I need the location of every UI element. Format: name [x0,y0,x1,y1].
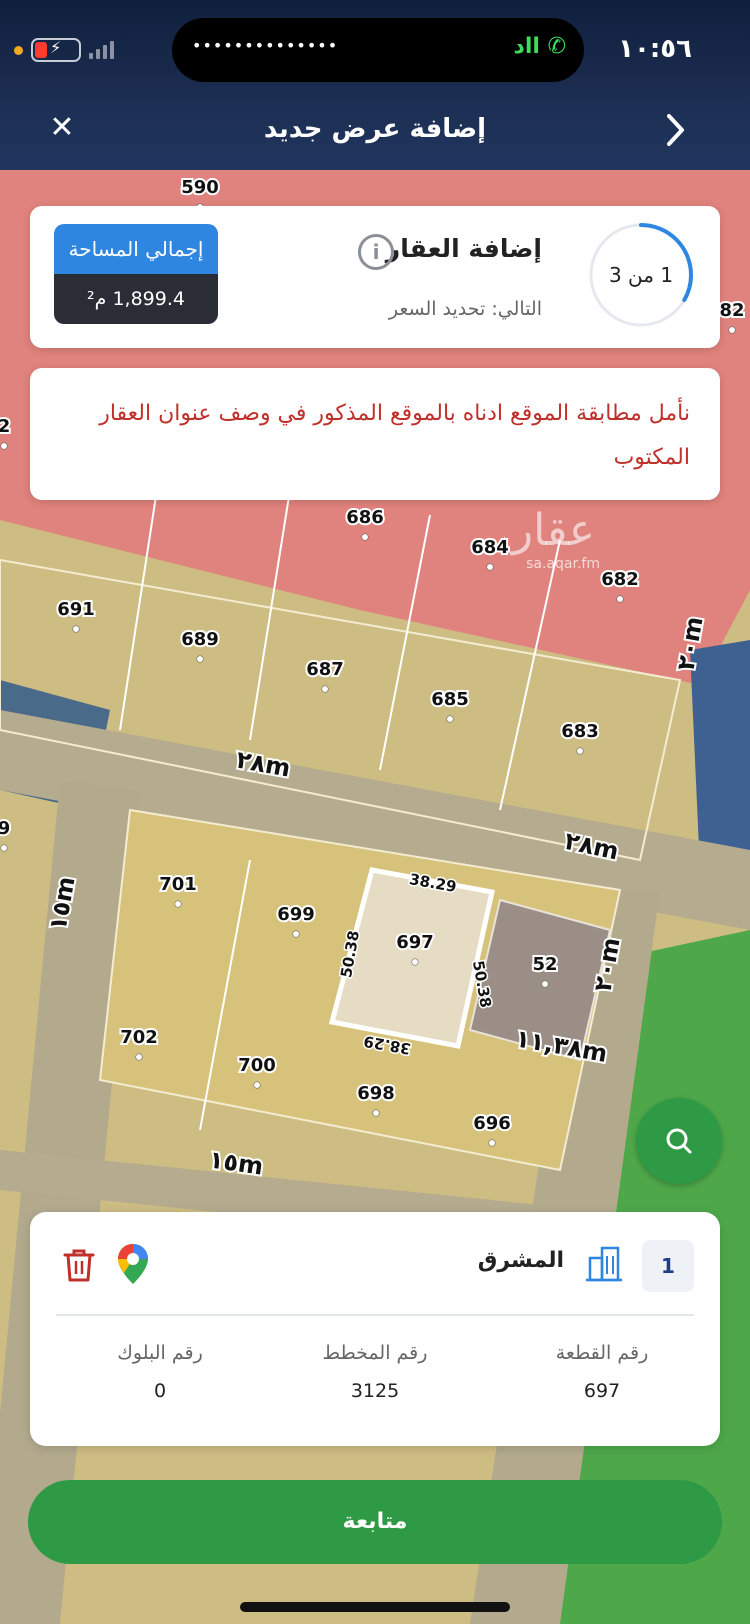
lot-centroid-marker [446,715,454,723]
lot-number-label: 691 [57,599,95,620]
google-maps-pin-icon[interactable] [116,1242,150,1286]
home-indicator [240,1602,510,1612]
lot-number-label: 701 [159,874,197,895]
lot-centroid-marker [321,685,329,693]
dynamic-island: •••••••••••••• ااد ✆ [172,18,584,82]
battery-icon: ⚡ [31,38,81,62]
app-header: ⚡ •••••••••••••• ااد ✆ ١٠:٥٦ ✕ إضافة عرض… [0,0,750,170]
step-counter: 1 من 3 [608,263,674,287]
page-title: إضافة عرض جديد [263,114,487,144]
lot-centroid-marker [72,625,80,633]
location-note-text: نأمل مطابقة الموقع ادناه بالموقع المذكور… [99,401,690,470]
continue-button[interactable]: متابعة [28,1480,722,1564]
lot-number-label: 682 [601,569,639,590]
lot-number-label: 684 [471,537,509,558]
plot-district: المشرق [477,1248,564,1273]
search-icon [666,1128,692,1154]
lot-centroid-marker [728,326,736,334]
lot-number-label: 52 [532,954,557,975]
lot-number-label: 590 [181,177,219,198]
plot-number-label: رقم القطعة [555,1342,649,1364]
chevron-right-icon [667,114,684,146]
block-number-field: رقم البلوك 0 [60,1342,260,1402]
lot-number-label: 687 [306,659,344,680]
scheme-number-label: رقم المخطط [322,1342,428,1364]
plot-number-value: 697 [583,1380,621,1402]
lot-number-label: 683 [561,721,599,742]
lot-number-label: 697 [396,932,434,953]
call-audio-waveform: •••••••••••••• [192,36,339,55]
lot-centroid-marker [488,1139,496,1147]
total-area-label: إجمالي المساحة [54,224,218,274]
lot-centroid-marker [0,844,8,852]
plot-card-divider [56,1314,694,1316]
lot-centroid-marker [292,930,300,938]
map-search-button[interactable] [636,1098,722,1184]
next-step-label: التالي: تحديد السعر [388,298,542,320]
lot-number-label: 702 [120,1027,158,1048]
lot-centroid-marker [576,747,584,755]
scheme-number-value: 3125 [350,1380,400,1402]
lot-centroid-marker [135,1053,143,1061]
lot-number-label: 700 [238,1055,276,1076]
lot-number-label: 9 [0,818,10,839]
lot-centroid-marker [0,442,8,450]
lot-centroid-marker [486,563,494,571]
lot-centroid-marker [372,1109,380,1117]
lot-number-label: 698 [357,1083,395,1104]
total-area-value: 1,899.4 م² [54,274,218,324]
building-icon [586,1246,622,1282]
watermark-logo: عقار [510,505,595,556]
lot-number-label: 696 [473,1113,511,1134]
lot-centroid-marker [541,980,549,988]
privacy-indicator-dot [14,45,23,55]
lot-centroid-marker [253,1081,261,1089]
lot-number-label: 82 [719,300,744,321]
lot-number-label: 699 [277,904,315,925]
lot-centroid-marker [196,655,204,663]
status-time: ١٠:٥٦ [618,34,692,64]
lot-centroid-marker [174,900,182,908]
step-title: إضافة العقار [385,234,542,263]
info-icon[interactable]: i [358,234,394,270]
total-area-box: إجمالي المساحة 1,899.4 م² [54,224,218,324]
plot-index-badge: 1 [642,1240,694,1292]
location-note-card: نأمل مطابقة الموقع ادناه بالموقع المذكور… [30,368,720,500]
status-bar-left: ⚡ [14,38,114,62]
signal-icon [89,41,114,59]
trash-icon[interactable] [60,1246,98,1284]
plot-card: 1 المشرق رقم القطعة 697 رقم المخطط 3125 … [30,1212,720,1446]
next-button[interactable] [660,110,690,150]
lot-number-label: 2 [0,416,10,437]
watermark-url: sa.aqar.fm [526,556,600,572]
plot-number-field: رقم القطعة 697 [502,1342,702,1402]
lot-centroid-marker [361,533,369,541]
title-bar: ✕ إضافة عرض جديد [0,110,750,154]
step-card: 1 من 3 إضافة العقار i التالي: تحديد السع… [30,206,720,348]
lot-centroid-marker [411,958,419,966]
lot-number-label: 685 [431,689,469,710]
block-number-value: 0 [153,1380,167,1402]
scheme-number-field: رقم المخطط 3125 [275,1342,475,1402]
call-indicator: ااد ✆ [513,34,566,59]
lot-centroid-marker [616,595,624,603]
block-number-label: رقم البلوك [117,1342,203,1364]
lot-number-label: 686 [346,507,384,528]
lot-number-label: 689 [181,629,219,650]
